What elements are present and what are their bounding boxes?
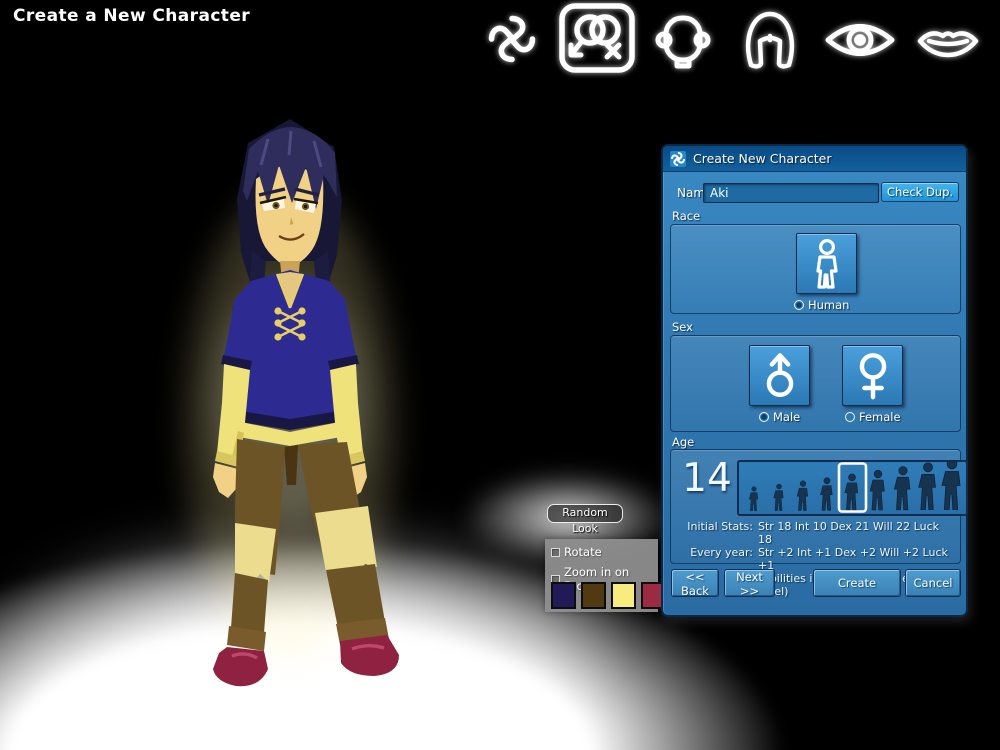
male-icon: [758, 351, 802, 401]
age-section-label: Age: [672, 435, 694, 449]
sex-female-label: Female: [859, 410, 901, 424]
sex-female-button[interactable]: [842, 345, 903, 406]
color-swatch-3[interactable]: [611, 582, 636, 609]
rotate-checkbox[interactable]: Rotate: [551, 545, 658, 559]
race-section: Human: [670, 224, 961, 314]
tab-eyes[interactable]: [822, 19, 898, 61]
gender-icon: [558, 2, 636, 74]
checkbox-icon: [551, 548, 560, 557]
view-controls-panel: Rotate Zoom in on Face: [545, 539, 658, 612]
tab-face[interactable]: [651, 15, 715, 69]
human-icon: [807, 238, 847, 290]
age-section: 14: [670, 449, 961, 564]
hair-icon: [737, 9, 803, 69]
character-preview[interactable]: [140, 103, 440, 723]
knot-icon: [486, 13, 538, 65]
panel-title: Create New Character: [693, 151, 831, 166]
character-creation-screen: Create a New Character: [0, 0, 1000, 750]
tab-hair[interactable]: [737, 9, 803, 69]
eye-icon: [822, 19, 898, 61]
knot-icon: [670, 151, 686, 167]
sex-section-label: Sex: [672, 320, 693, 334]
check-dup-button[interactable]: Check Dup.: [881, 182, 959, 202]
head-icon: [651, 15, 715, 69]
race-human-radio[interactable]: Human: [794, 298, 849, 312]
age-slider[interactable]: [737, 460, 968, 516]
color-swatch-2[interactable]: [581, 582, 606, 609]
sex-male-button[interactable]: [749, 345, 810, 406]
mouth-icon: [915, 21, 981, 61]
cancel-button[interactable]: Cancel: [905, 569, 961, 597]
page-title: Create a New Character: [13, 6, 250, 26]
radio-icon: [845, 412, 855, 422]
outfit-color-swatches: [551, 582, 666, 609]
race-section-label: Race: [672, 209, 700, 223]
tab-style[interactable]: [486, 13, 538, 65]
age-value: 14: [679, 456, 735, 501]
sex-male-label: Male: [773, 410, 800, 424]
back-button[interactable]: << Back: [671, 569, 719, 597]
tab-body[interactable]: [558, 2, 636, 74]
create-button[interactable]: Create: [813, 569, 901, 597]
color-swatch-1[interactable]: [551, 582, 576, 609]
tab-mouth[interactable]: [915, 21, 981, 61]
female-icon: [851, 351, 895, 401]
race-human-button[interactable]: [796, 233, 857, 294]
initial-stats-label: Initial Stats:: [677, 520, 753, 546]
next-button[interactable]: Next >>: [724, 569, 775, 597]
sex-section: Male Female: [670, 335, 961, 432]
race-human-label: Human: [808, 298, 849, 312]
name-input[interactable]: [703, 183, 879, 203]
sex-female-radio[interactable]: Female: [845, 410, 901, 424]
radio-icon: [759, 412, 769, 422]
initial-stats-value: Str 18 Int 10 Dex 21 Will 22 Luck 18: [758, 520, 956, 546]
age-figures: [740, 462, 965, 514]
rotate-label: Rotate: [564, 545, 602, 559]
radio-icon: [794, 300, 804, 310]
sex-male-radio[interactable]: Male: [759, 410, 800, 424]
create-character-panel: Create New Character Name: Check Dup. Ra…: [661, 144, 968, 617]
panel-title-bar: Create New Character: [663, 146, 966, 172]
random-look-button[interactable]: Random Look: [547, 504, 623, 523]
